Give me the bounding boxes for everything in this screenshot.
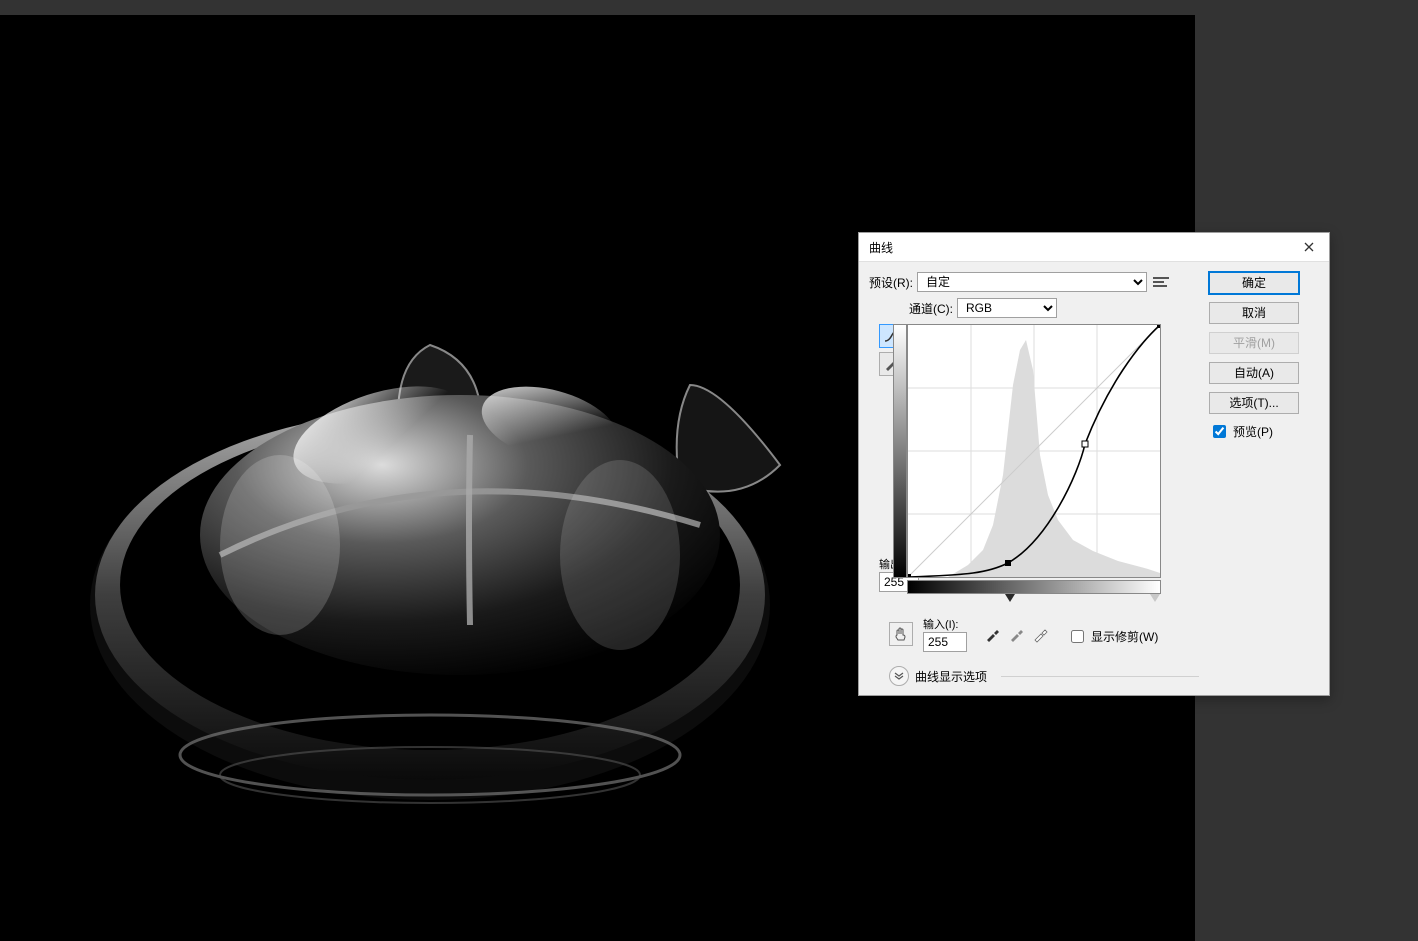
preset-label: 预设(R):: [869, 274, 913, 291]
curve-options-label: 曲线显示选项: [915, 668, 987, 685]
preview-row[interactable]: 预览(P): [1209, 422, 1319, 441]
preview-checkbox[interactable]: [1213, 425, 1226, 438]
channel-label: 通道(C):: [909, 300, 953, 317]
input-gradient[interactable]: [907, 580, 1161, 594]
black-eyedropper[interactable]: [983, 625, 1001, 643]
target-adjust-tool[interactable]: [889, 622, 913, 646]
options-button[interactable]: 选项(T)...: [1209, 392, 1299, 414]
white-point-slider[interactable]: [1150, 594, 1160, 602]
eyedropper-icon: [1032, 627, 1048, 643]
show-clipping-row[interactable]: 显示修剪(W): [1067, 627, 1158, 646]
ok-button[interactable]: 确定: [1209, 272, 1299, 294]
curves-graph[interactable]: [907, 324, 1161, 578]
input-input[interactable]: [923, 632, 967, 652]
preset-select[interactable]: 自定: [917, 272, 1147, 292]
dialog-titlebar[interactable]: 曲线: [859, 233, 1329, 262]
dialog-title: 曲线: [869, 239, 893, 256]
output-gradient: [893, 324, 907, 578]
auto-button[interactable]: 自动(A): [1209, 362, 1299, 384]
hand-icon: [893, 626, 909, 642]
close-icon: [1304, 242, 1314, 252]
expand-curve-options[interactable]: [889, 666, 909, 686]
divider: [1001, 676, 1199, 677]
preview-label: 预览(P): [1233, 423, 1273, 440]
chevron-down-icon: [894, 672, 904, 680]
curves-dialog: 曲线 预设(R): 自定 通道(C): RGB: [858, 232, 1330, 696]
channel-select[interactable]: RGB: [957, 298, 1057, 318]
preset-menu-icon[interactable]: [1153, 274, 1169, 290]
cancel-button[interactable]: 取消: [1209, 302, 1299, 324]
show-clipping-label: 显示修剪(W): [1091, 628, 1158, 645]
gray-eyedropper[interactable]: [1007, 625, 1025, 643]
black-point-slider[interactable]: [1005, 594, 1015, 602]
workspace-image: [80, 325, 800, 815]
input-label: 输入(I):: [923, 616, 967, 632]
show-clipping-checkbox[interactable]: [1071, 630, 1084, 643]
white-eyedropper[interactable]: [1031, 625, 1049, 643]
eyedropper-icon: [984, 627, 1000, 643]
close-button[interactable]: [1289, 233, 1329, 261]
smooth-button: 平滑(M): [1209, 332, 1299, 354]
eyedropper-icon: [1008, 627, 1024, 643]
